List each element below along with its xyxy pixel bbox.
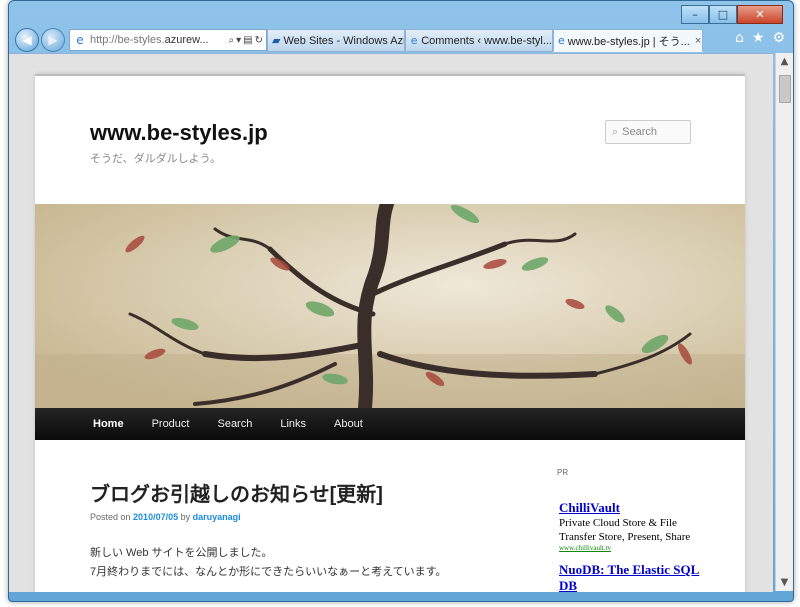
search-icon[interactable]: ⌕ xyxy=(229,35,235,46)
minimize-button[interactable]: – xyxy=(681,5,709,24)
window-controls: – □ ✕ xyxy=(681,5,783,24)
ie-page-icon: e xyxy=(76,33,84,47)
ad-chillivault[interactable]: ChilliVault Private Cloud Store & File T… xyxy=(559,500,690,552)
main-nav: Home Product Search Links About xyxy=(35,408,745,440)
browser-tools: ⌂ ★ ⚙ xyxy=(735,30,785,46)
search-icon: ⌕ xyxy=(612,125,619,138)
scroll-up-icon[interactable]: ▲ xyxy=(776,53,793,70)
maximize-button[interactable]: □ xyxy=(709,5,737,24)
header-image xyxy=(35,204,745,408)
by-label: by xyxy=(180,512,191,522)
browser-window: – □ ✕ ◀ ▶ e http://be-styles.azurew... ⌕… xyxy=(8,0,794,602)
nav-item-links[interactable]: Links xyxy=(266,408,320,440)
scrollbar-thumb[interactable] xyxy=(779,75,791,103)
compatibility-view-icon[interactable]: ▤ xyxy=(243,35,252,46)
ad-desc-line: Private Cloud Store & File xyxy=(559,517,677,529)
ad-nuodb[interactable]: NuoDB: The Elastic SQL DB xyxy=(559,562,699,592)
web-page: www.be-styles.jp そうだ、ダルダルしよう。 ⌕ Search H… xyxy=(35,74,745,592)
search-placeholder: Search xyxy=(622,126,658,138)
site-title[interactable]: www.be-styles.jp xyxy=(90,120,268,146)
ad-title[interactable]: NuoDB: The Elastic SQL xyxy=(559,562,699,578)
pr-label: PR xyxy=(557,468,569,477)
nav-item-product[interactable]: Product xyxy=(138,408,204,440)
post-line: 7月終わりまでには、なんとか形にできたらいいなぁーと考えています。 xyxy=(90,566,447,578)
scroll-down-icon[interactable]: ▼ xyxy=(776,574,793,591)
back-button[interactable]: ◀ xyxy=(15,28,39,52)
tab-label: Comments ‹ www.be-styl... xyxy=(421,34,552,47)
vertical-scrollbar[interactable]: ▲ ▼ xyxy=(775,53,793,591)
azure-icon: ▰ xyxy=(272,34,281,47)
forward-arrow-icon: ▶ xyxy=(48,33,58,47)
nav-item-home[interactable]: Home xyxy=(35,408,138,440)
forward-button[interactable]: ▶ xyxy=(41,28,65,52)
browser-toolbar: ◀ ▶ e http://be-styles.azurew... ⌕ ▾ ▤ ↻… xyxy=(9,27,793,53)
nav-item-search[interactable]: Search xyxy=(203,408,266,440)
search-input[interactable]: ⌕ Search xyxy=(605,120,691,144)
tab-close-icon[interactable]: × xyxy=(690,35,702,47)
tab-be-styles[interactable]: e www.be-styles.jp | そう... × xyxy=(553,29,703,52)
ad-desc-line: Transfer Store, Present, Share xyxy=(559,531,691,543)
bonsai-photo xyxy=(35,204,745,408)
author-link[interactable]: daruyanagi xyxy=(193,512,241,522)
ad-url[interactable]: www.chillivault.tv xyxy=(559,544,690,552)
settings-icon[interactable]: ⚙ xyxy=(772,30,785,46)
home-icon[interactable]: ⌂ xyxy=(735,30,744,46)
close-button[interactable]: ✕ xyxy=(737,5,783,24)
ad-title[interactable]: DB xyxy=(559,578,699,592)
tab-label: Web Sites - Windows Azure xyxy=(283,34,404,47)
nav-item-about[interactable]: About xyxy=(320,408,377,440)
ie-page-icon: e xyxy=(558,34,565,47)
tab-comments[interactable]: e Comments ‹ www.be-styl... xyxy=(405,29,553,52)
tab-label: www.be-styles.jp | そう... xyxy=(567,35,690,48)
post-line: 新しい Web サイトを公開しました。 xyxy=(90,547,273,559)
posted-on-label: Posted on xyxy=(90,512,131,522)
address-bar[interactable]: e http://be-styles.azurew... ⌕ ▾ ▤ ↻ xyxy=(69,29,267,51)
post-meta: Posted on 2010/07/05 by daruyanagi xyxy=(90,512,241,522)
ad-title[interactable]: ChilliVault xyxy=(559,500,690,516)
post-title[interactable]: ブログお引越しのお知らせ[更新] xyxy=(90,478,383,507)
site-description: そうだ、ダルダルしよう。 xyxy=(90,153,222,165)
refresh-icon[interactable]: ↻ xyxy=(255,35,263,46)
address-url[interactable]: http://be-styles.azurew... xyxy=(90,34,229,46)
favorites-icon[interactable]: ★ xyxy=(752,30,765,46)
page-viewport: www.be-styles.jp そうだ、ダルダルしよう。 ⌕ Search H… xyxy=(9,53,773,592)
post-body: 新しい Web サイトを公開しました。 7月終わりまでには、なんとか形にできたら… xyxy=(90,544,446,582)
tab-windows-azure[interactable]: ▰ Web Sites - Windows Azure xyxy=(267,29,405,52)
back-arrow-icon: ◀ xyxy=(22,33,32,47)
dropdown-icon[interactable]: ▾ xyxy=(236,35,241,46)
ie-page-icon: e xyxy=(410,34,418,47)
post-date-link[interactable]: 2010/07/05 xyxy=(133,512,178,522)
